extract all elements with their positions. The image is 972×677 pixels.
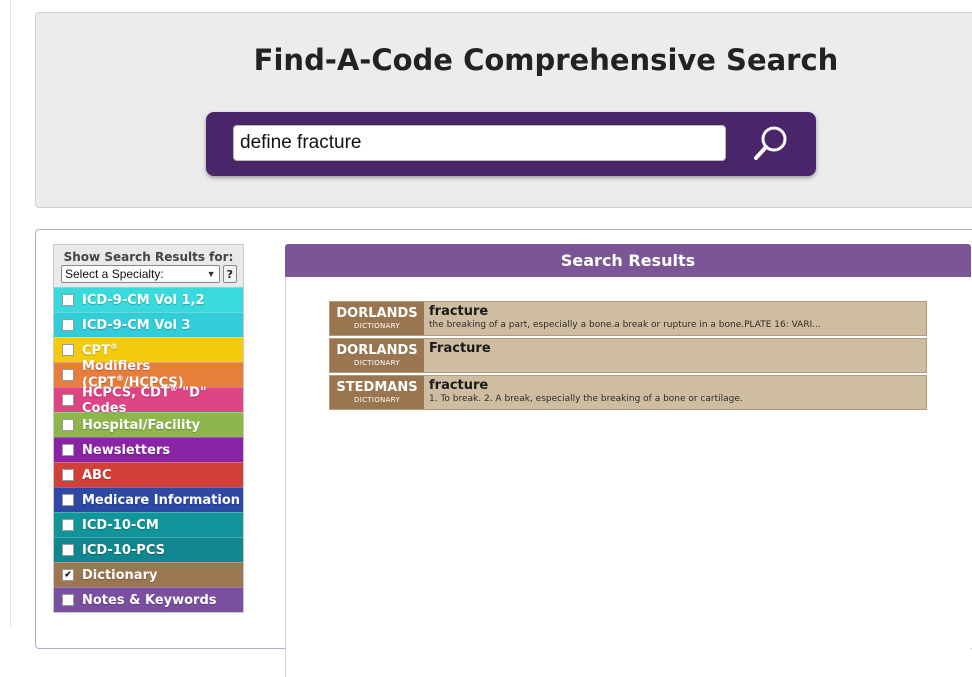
category-checkbox[interactable]: [62, 419, 74, 431]
category-label: Dictionary: [82, 568, 157, 583]
result-source: STEDMANS: [336, 379, 418, 395]
magnifier-icon: [754, 126, 787, 160]
category-checkbox[interactable]: [62, 394, 74, 406]
category-label: ICD-9-CM Vol 1,2: [82, 293, 205, 308]
search-header-panel: Find-A-Code Comprehensive Search: [35, 12, 972, 208]
filter-sidebar: Show Search Results for: Select a Specia…: [53, 244, 244, 613]
result-text: fracture the breaking of a part, especial…: [424, 302, 826, 335]
category-label-text: ICD-9-CM Vol 3: [82, 317, 191, 333]
result-row[interactable]: DORLANDS DICTIONARY fracture the breaking o…: [329, 301, 927, 336]
category-label-text: ICD-10-CM: [82, 517, 159, 533]
category-label-text: Dictionary: [82, 567, 158, 583]
category-item[interactable]: Notes & Keywords: [54, 587, 243, 612]
sidebar-heading: Show Search Results for:: [63, 250, 234, 264]
search-button[interactable]: [746, 122, 794, 166]
registered-mark: ®: [169, 384, 178, 394]
search-bar: [206, 112, 816, 176]
specialty-row: Select a Specialty: ▼ ?: [54, 265, 243, 287]
category-label: Notes & Keywords: [82, 593, 217, 608]
category-checkbox[interactable]: [62, 294, 74, 306]
category-item[interactable]: ICD-10-PCS: [54, 537, 243, 562]
result-row[interactable]: STEDMANS DICTIONARY fracture 1. To break. 2…: [329, 375, 927, 410]
category-label: Newsletters: [82, 443, 170, 458]
result-source-type: DICTIONARY: [354, 321, 400, 330]
category-checkbox[interactable]: [62, 594, 74, 606]
category-label: HCPCS, CDT® "D" Codes: [82, 384, 243, 415]
category-item[interactable]: ICD-9-CM Vol 1,2: [54, 287, 243, 312]
category-label: ABC: [82, 468, 112, 483]
category-item[interactable]: ICD-10-CM: [54, 512, 243, 537]
category-item[interactable]: Modifiers (CPT®/HCPCS): [54, 359, 243, 391]
category-label-text: Newsletters: [82, 442, 171, 458]
category-item[interactable]: HCPCS, CDT® "D" Codes: [54, 384, 243, 416]
specialty-select[interactable]: Select a Specialty: ▼: [61, 265, 220, 283]
registered-mark: ®: [115, 374, 124, 384]
result-source-badge: DORLANDS DICTIONARY: [330, 339, 424, 372]
result-text: Fracture: [424, 339, 496, 372]
result-source: DORLANDS: [336, 342, 418, 358]
category-checkbox[interactable]: [62, 519, 74, 531]
result-description: 1. To break. 2. A break, especially the …: [429, 394, 743, 404]
category-label: Hospital/Facility: [82, 418, 200, 433]
category-label: ICD-9-CM Vol 3: [82, 318, 191, 333]
result-title[interactable]: Fracture: [429, 341, 491, 356]
result-source-badge: DORLANDS DICTIONARY: [330, 302, 424, 335]
category-checkbox[interactable]: [62, 494, 74, 506]
category-label-text: Notes & Keywords: [82, 592, 217, 608]
main-panel: Show Search Results for: Select a Specia…: [35, 229, 972, 677]
category-label-text: ICD-10-PCS: [82, 542, 165, 558]
category-item[interactable]: ICD-9-CM Vol 3: [54, 312, 243, 337]
results-body: DORLANDS DICTIONARY fracture the breaking o…: [285, 277, 971, 677]
category-checkbox[interactable]: [62, 369, 74, 381]
results-heading: Search Results: [285, 244, 971, 277]
chevron-down-icon: ▼: [206, 269, 216, 279]
category-label-text: ABC: [82, 467, 112, 483]
search-results: Search Results DORLANDS DICTIONARY fractur…: [285, 244, 971, 677]
page-left-border: [10, 0, 11, 627]
category-checkbox[interactable]: [62, 344, 74, 356]
result-source-badge: STEDMANS DICTIONARY: [330, 376, 424, 409]
result-source-type: DICTIONARY: [354, 358, 400, 367]
category-label-text: Medicare Information: [82, 492, 241, 508]
category-label: ICD-10-PCS: [82, 543, 165, 558]
page-title: Find-A-Code Comprehensive Search: [253, 43, 839, 77]
category-checkbox[interactable]: [62, 319, 74, 331]
category-list: ICD-9-CM Vol 1,2 ICD-9-CM Vol 3 CPT® Modifi…: [54, 287, 243, 612]
category-checkbox[interactable]: ✔: [62, 569, 74, 581]
category-label-text: CPT: [82, 343, 110, 359]
category-label: CPT®: [82, 342, 118, 358]
search-input[interactable]: [233, 125, 726, 161]
result-source: DORLANDS: [336, 305, 418, 321]
result-list: DORLANDS DICTIONARY fracture the breaking o…: [329, 301, 927, 412]
result-description: the breaking of a part, especially a bon…: [429, 320, 821, 330]
specialty-select-value: Select a Specialty:: [65, 267, 164, 281]
category-item[interactable]: Hospital/Facility: [54, 412, 243, 437]
result-source-type: DICTIONARY: [354, 395, 400, 404]
registered-mark: ®: [109, 341, 118, 351]
category-label: ICD-10-CM: [82, 518, 159, 533]
category-label: Medicare Information: [82, 493, 240, 508]
result-title[interactable]: fracture: [429, 378, 743, 393]
result-text: fracture 1. To break. 2. A break, especia…: [424, 376, 748, 409]
category-item[interactable]: CPT®: [54, 337, 243, 362]
help-button[interactable]: ?: [222, 265, 237, 283]
category-item[interactable]: Newsletters: [54, 437, 243, 462]
category-checkbox[interactable]: [62, 444, 74, 456]
category-label-text: Hospital/Facility: [82, 417, 201, 433]
category-item[interactable]: ✔ Dictionary: [54, 562, 243, 587]
result-row[interactable]: DORLANDS DICTIONARY Fracture: [329, 338, 927, 373]
category-label-text: ICD-9-CM Vol 1,2: [82, 292, 205, 308]
category-item[interactable]: Medicare Information: [54, 487, 243, 512]
result-title[interactable]: fracture: [429, 304, 821, 319]
category-item[interactable]: ABC: [54, 462, 243, 487]
category-checkbox[interactable]: [62, 544, 74, 556]
category-checkbox[interactable]: [62, 469, 74, 481]
category-label-text: HCPCS, CDT: [82, 385, 170, 401]
